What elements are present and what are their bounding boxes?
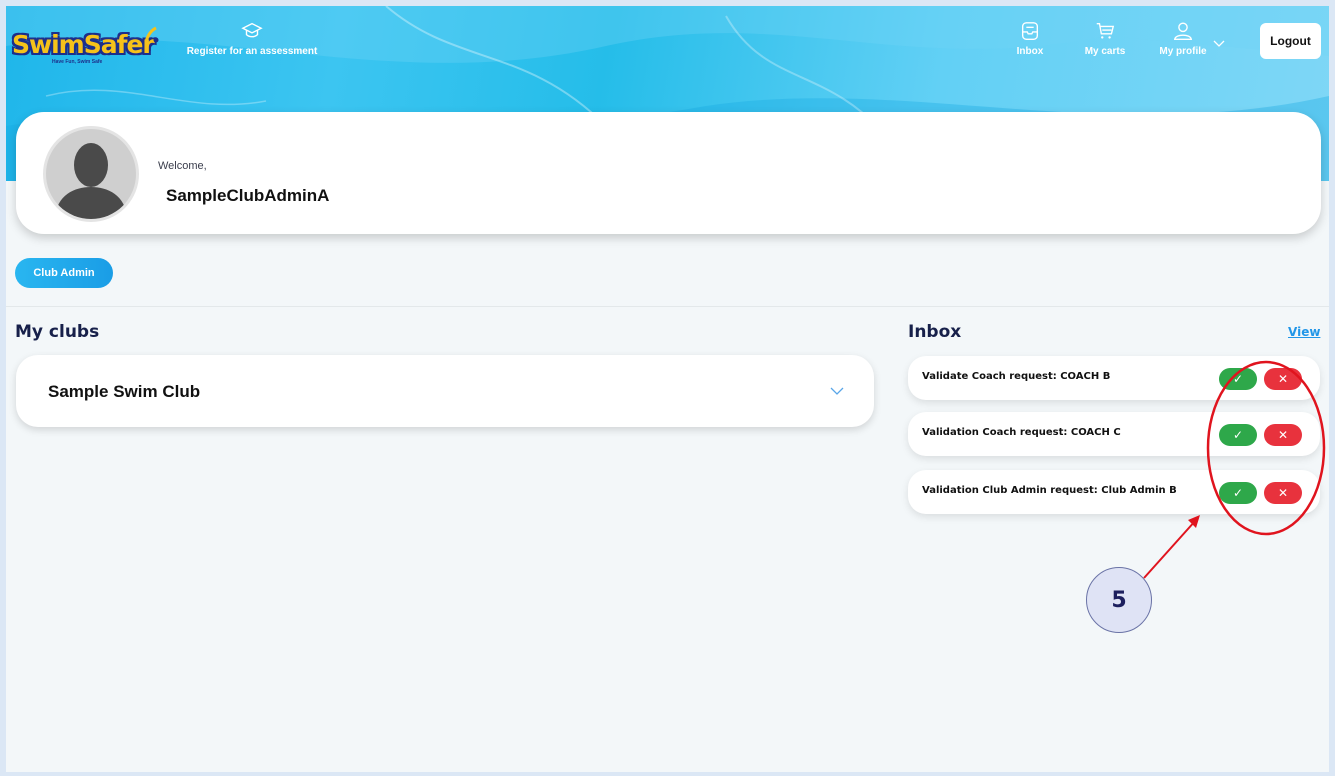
inbox-item-text: Validation Club Admin request: Club Admi… — [922, 485, 1177, 496]
nav-inbox[interactable]: Inbox — [1010, 20, 1050, 57]
divider — [6, 306, 1329, 307]
avatar — [43, 126, 139, 222]
view-inbox-link[interactable]: View — [1288, 325, 1320, 339]
inbox-nav-label: Inbox — [1016, 46, 1044, 57]
annotation-arrow — [1143, 515, 1200, 579]
chevron-down-icon[interactable] — [830, 386, 844, 396]
step-number-badge: 5 — [1086, 567, 1152, 633]
logo-tagline: Have Fun, Swim Safe — [52, 59, 103, 65]
inbox-heading: Inbox — [908, 322, 962, 342]
role-badge-club-admin[interactable]: Club Admin — [15, 258, 113, 288]
cart-icon — [1096, 22, 1115, 39]
default-avatar-icon — [54, 143, 128, 219]
carts-label: My carts — [1084, 46, 1126, 57]
nav-my-profile[interactable]: My profile — [1154, 20, 1212, 57]
welcome-text: Welcome, — [158, 160, 207, 172]
graduation-cap-icon — [241, 22, 263, 38]
inbox-item-text: Validate Coach request: COACH B — [922, 371, 1111, 382]
inbox-item-text: Validation Coach request: COACH C — [922, 427, 1121, 438]
annotation-highlight — [1206, 360, 1326, 536]
profile-card: Welcome, SampleClubAdminA — [16, 112, 1321, 234]
logout-button[interactable]: Logout — [1260, 23, 1321, 59]
splash-icon — [144, 26, 159, 43]
nav-my-carts[interactable]: My carts — [1076, 20, 1134, 57]
user-icon — [1173, 22, 1193, 40]
username: SampleClubAdminA — [166, 186, 330, 205]
club-card[interactable]: Sample Swim Club — [16, 355, 874, 427]
register-label: Register for an assessment — [186, 46, 318, 57]
logo-text: SwimSafer — [12, 30, 155, 59]
club-name: Sample Swim Club — [48, 382, 201, 401]
register-assessment-link[interactable]: Register for an assessment — [184, 20, 320, 57]
profile-label: My profile — [1159, 46, 1207, 57]
swimsafer-logo[interactable]: SwimSafer Have Fun, Swim Safe — [12, 26, 160, 70]
my-clubs-heading: My clubs — [15, 322, 100, 342]
app-frame: SwimSafer Have Fun, Swim Safe Register f… — [6, 6, 1329, 772]
inbox-icon — [1021, 22, 1039, 40]
chevron-down-icon[interactable] — [1212, 38, 1226, 50]
